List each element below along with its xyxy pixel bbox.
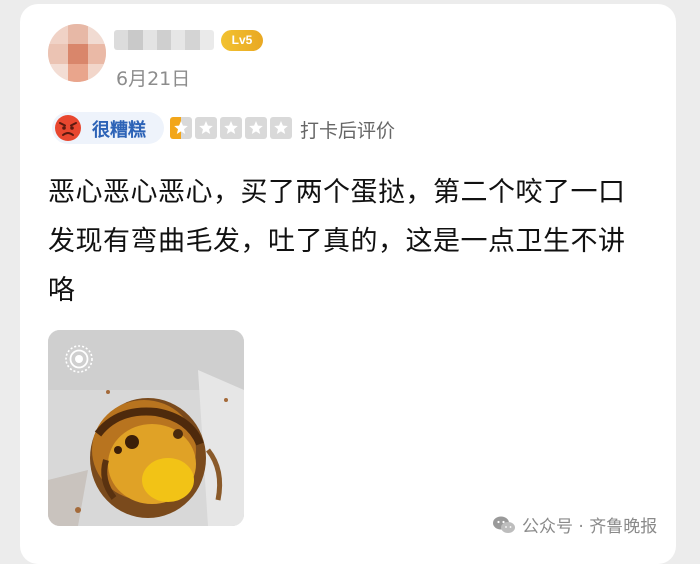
avatar[interactable] xyxy=(48,24,106,82)
rating-pill: 很糟糕 xyxy=(52,112,164,144)
review-line: 咯 xyxy=(48,275,76,306)
star-icon-1 xyxy=(170,117,192,139)
star-icon-3 xyxy=(220,117,242,139)
username-blurred xyxy=(114,30,214,50)
wechat-icon xyxy=(493,516,515,533)
rating-label: 很糟糕 xyxy=(92,120,146,141)
level-badge: Lv5 xyxy=(221,30,263,51)
post-date: 6月21日 xyxy=(116,68,191,90)
star-rating xyxy=(170,117,292,139)
watermark-text: 公众号 · 齐鲁晚报 xyxy=(522,517,658,537)
star-icon-4 xyxy=(245,117,267,139)
review-text: 恶心恶心恶心，买了两个蛋挞，第二个咬了一口 发现有弯曲毛发，吐了真的，这是一点卫… xyxy=(48,168,656,315)
review-line: 发现有弯曲毛发，吐了真的，这是一点卫生不讲 xyxy=(48,226,626,257)
review-line: 恶心恶心恶心，买了两个蛋挞，第二个咬了一口 xyxy=(48,177,626,208)
watermark: 公众号 · 齐鲁晚报 xyxy=(492,512,657,537)
star-icon-2 xyxy=(195,117,217,139)
angry-face-icon xyxy=(55,115,81,141)
live-photo-icon[interactable] xyxy=(64,344,94,374)
star-icon-5 xyxy=(270,117,292,139)
checkin-label: 打卡后评价 xyxy=(300,120,396,142)
